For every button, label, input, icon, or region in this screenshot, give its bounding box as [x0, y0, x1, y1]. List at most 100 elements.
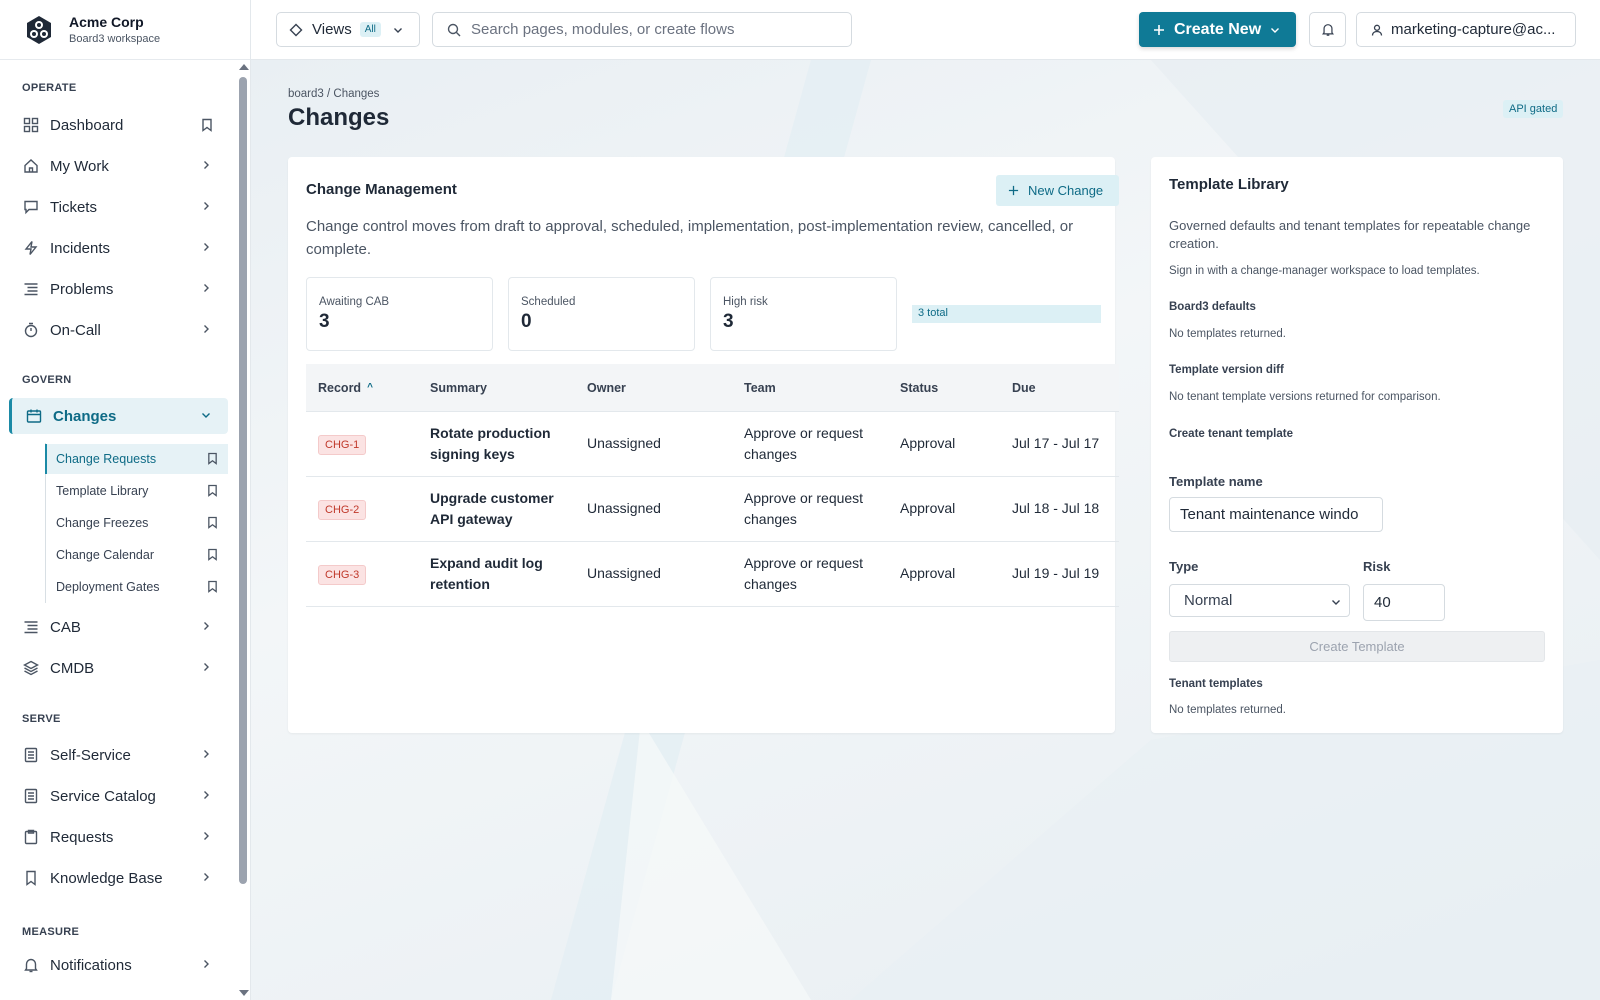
- section-title-govern: GOVERN: [22, 374, 72, 386]
- bookmark-icon[interactable]: [207, 548, 218, 561]
- breadcrumb: board3 / Changes: [288, 88, 380, 100]
- sidebar-item-notifications[interactable]: Notifications: [12, 947, 228, 983]
- sidebar-item-self-service[interactable]: Self-Service: [12, 737, 228, 773]
- sidebar-item-changes[interactable]: Changes: [9, 398, 228, 434]
- table-row[interactable]: CHG-3 Expand audit log retention Unassig…: [306, 542, 1119, 607]
- sidebar-scrollbar[interactable]: [237, 62, 249, 1000]
- sidebar-item-label: Self-Service: [50, 746, 131, 764]
- sidebar-nav: OPERATE Dashboard My Work Tickets Incide…: [0, 60, 235, 1000]
- sidebar-item-requests[interactable]: Requests: [12, 819, 228, 855]
- table-header: Record ^ Summary Owner Team Status Due: [306, 364, 1119, 412]
- type-select[interactable]: Normal: [1169, 584, 1350, 617]
- list-icon: [24, 283, 38, 296]
- create-new-button[interactable]: Create New: [1139, 12, 1296, 47]
- card-description: Change control moves from draft to appro…: [306, 218, 1074, 258]
- lightning-icon: [24, 241, 38, 255]
- board3-defaults-empty: No templates returned.: [1169, 328, 1286, 340]
- sidebar-item-knowledge-base[interactable]: Knowledge Base: [12, 860, 228, 896]
- notifications-button[interactable]: [1309, 12, 1346, 47]
- template-library-card: Template Library Governed defaults and t…: [1151, 157, 1563, 733]
- bookmark-icon[interactable]: [207, 580, 218, 593]
- plus-icon: [1154, 24, 1164, 35]
- home-icon: [24, 159, 38, 173]
- sidebar-item-my-work[interactable]: My Work: [12, 148, 228, 184]
- chevron-right-icon: [204, 873, 209, 881]
- sidebar-subitem-change-requests[interactable]: Change Requests: [45, 444, 228, 474]
- sidebar-subitem-template-library[interactable]: Template Library: [45, 476, 228, 506]
- api-gated-badge: API gated: [1503, 100, 1564, 118]
- sidebar-item-label: Problems: [50, 280, 114, 298]
- sign-in-note: Sign in with a change-manager workspace …: [1169, 265, 1480, 277]
- sidebar-item-dashboard[interactable]: Dashboard: [12, 107, 228, 143]
- bookmark-icon: [26, 870, 36, 886]
- record-badge[interactable]: CHG-1: [318, 435, 367, 455]
- sidebar-item-problems[interactable]: Problems: [12, 271, 228, 307]
- chevron-down-icon: [202, 413, 210, 418]
- type-selected-value: Normal: [1184, 592, 1233, 609]
- row-status: Approval: [900, 500, 956, 516]
- chevron-down-icon: [1271, 27, 1280, 33]
- change-management-card: Change Management New Change Change cont…: [288, 157, 1119, 733]
- stat-label: Awaiting CAB: [319, 296, 390, 308]
- sidebar-item-tickets[interactable]: Tickets: [12, 189, 228, 225]
- column-owner[interactable]: Owner: [587, 381, 626, 395]
- row-due: Jul 18 - Jul 18: [1012, 500, 1100, 516]
- new-change-button[interactable]: New Change: [996, 175, 1119, 206]
- sidebar: Acme Corp Board3 workspace OPERATE Dashb…: [0, 0, 251, 1000]
- sidebar-subitem-change-calendar[interactable]: Change Calendar: [45, 540, 228, 570]
- bookmark-icon[interactable]: [207, 452, 218, 465]
- stat-value: 3: [723, 311, 734, 332]
- views-dropdown[interactable]: Views All: [276, 12, 420, 47]
- stopwatch-icon: [24, 322, 38, 338]
- message-icon: [24, 200, 38, 215]
- workspace-name: Board3 workspace: [69, 32, 161, 45]
- bookmark-icon[interactable]: [201, 118, 213, 132]
- table-row[interactable]: CHG-2 Upgrade customer API gateway Unass…: [306, 477, 1119, 542]
- sidebar-subitem-change-freezes[interactable]: Change Freezes: [45, 508, 228, 538]
- sidebar-item-cab[interactable]: CAB: [12, 609, 228, 645]
- scroll-up-arrow-icon[interactable]: [239, 64, 249, 70]
- version-diff-heading: Template version diff: [1169, 364, 1284, 376]
- table-row[interactable]: CHG-1 Rotate production signing keys Una…: [306, 412, 1119, 477]
- record-badge[interactable]: CHG-2: [318, 500, 367, 520]
- sidebar-item-cmdb[interactable]: CMDB: [12, 650, 228, 686]
- risk-input[interactable]: [1363, 584, 1445, 621]
- brand[interactable]: Acme Corp Board3 workspace: [0, 0, 250, 60]
- bookmark-icon[interactable]: [207, 484, 218, 497]
- column-team[interactable]: Team: [744, 381, 894, 395]
- scrollbar-thumb[interactable]: [239, 77, 247, 884]
- chevron-down-icon: [393, 27, 402, 33]
- search-placeholder: Search pages, modules, or create flows: [471, 21, 735, 38]
- row-summary: Upgrade customer API gateway: [430, 490, 554, 527]
- search-icon: [447, 23, 461, 36]
- bookmark-icon[interactable]: [207, 516, 218, 529]
- stat-label: Scheduled: [521, 296, 576, 308]
- column-summary[interactable]: Summary: [430, 381, 580, 395]
- row-status: Approval: [900, 435, 956, 451]
- topbar: Views All Search pages, modules, or crea…: [251, 0, 1600, 60]
- sidebar-subitem-deployment-gates[interactable]: Deployment Gates: [45, 572, 228, 602]
- new-change-label: New Change: [1028, 183, 1104, 198]
- sidebar-item-label: On-Call: [50, 321, 101, 339]
- create-template-button[interactable]: Create Template: [1169, 631, 1545, 662]
- scroll-down-arrow-icon[interactable]: [239, 990, 249, 996]
- record-badge[interactable]: CHG-3: [318, 565, 367, 585]
- sort-ascending-icon: ^: [367, 382, 373, 393]
- template-name-input[interactable]: [1169, 497, 1383, 532]
- tenant-templates-empty: No templates returned.: [1169, 704, 1286, 716]
- column-label: Record: [318, 381, 362, 395]
- user-menu-button[interactable]: marketing-capture@ac...: [1356, 12, 1576, 47]
- sidebar-subitem-label: Change Freezes: [56, 516, 149, 530]
- sidebar-item-label: Service Catalog: [50, 787, 156, 805]
- sidebar-item-incidents[interactable]: Incidents: [12, 230, 228, 266]
- sidebar-item-on-call[interactable]: On-Call: [12, 312, 228, 348]
- column-due[interactable]: Due: [1012, 381, 1036, 395]
- column-status[interactable]: Status: [900, 381, 938, 395]
- search-input[interactable]: Search pages, modules, or create flows: [432, 12, 852, 47]
- list-icon: [24, 621, 38, 634]
- sidebar-item-service-catalog[interactable]: Service Catalog: [12, 778, 228, 814]
- diamond-icon: [289, 23, 303, 36]
- column-record[interactable]: Record ^: [318, 381, 373, 395]
- risk-label: Risk: [1363, 559, 1391, 574]
- user-icon: [1371, 24, 1383, 36]
